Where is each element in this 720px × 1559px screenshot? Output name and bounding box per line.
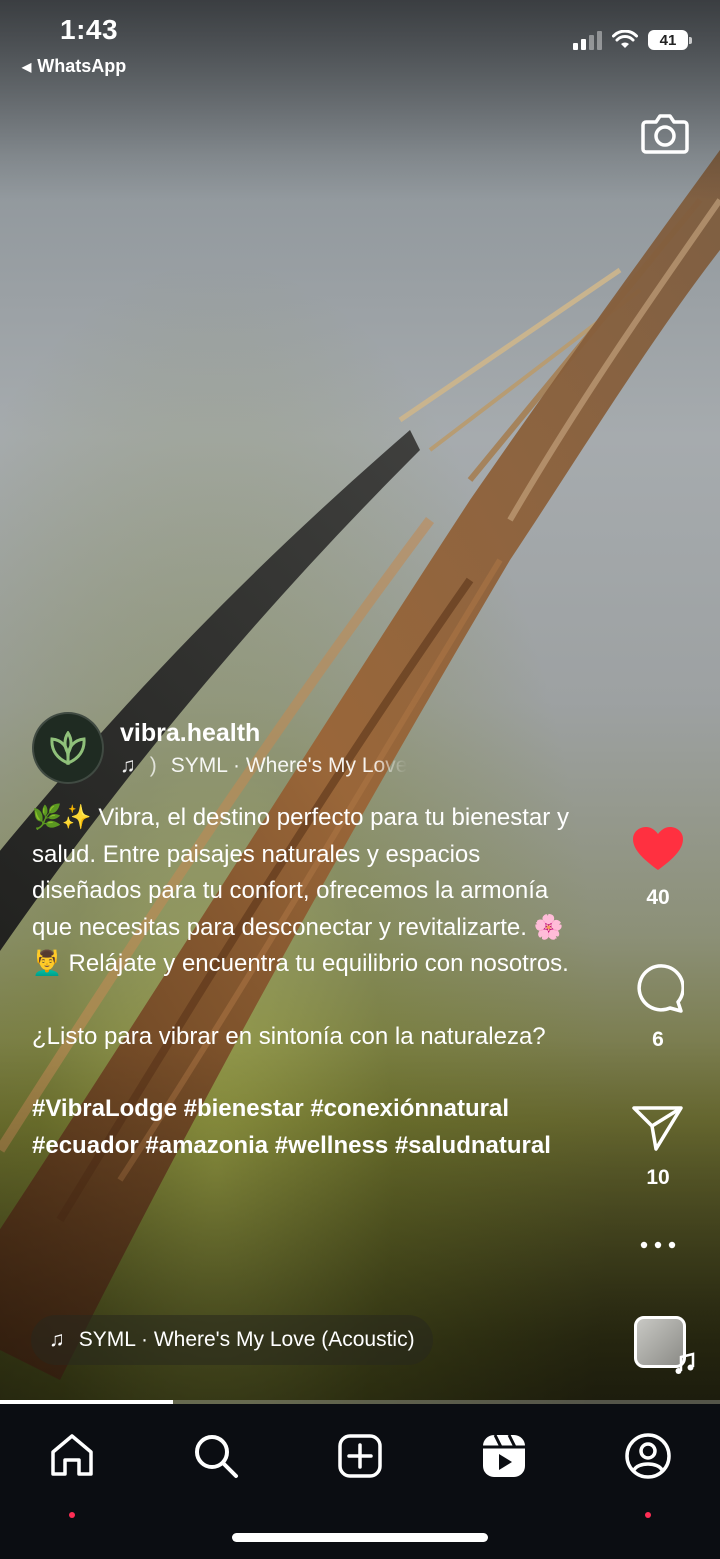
sound-wave-icon: ) — [149, 753, 157, 777]
comment-icon[interactable] — [632, 962, 684, 1014]
heart-icon[interactable] — [632, 826, 684, 872]
author-music-track: SYML · Where's My Love (Acoustic) — [170, 753, 407, 777]
comment-action[interactable]: 6 — [628, 962, 688, 1052]
reels-icon — [483, 1434, 525, 1477]
profile-icon — [625, 1433, 671, 1479]
audio-track-pill[interactable]: ♫ SYML · Where's My Love (Acoustic) — [31, 1315, 433, 1365]
post-caption[interactable]: 🌿✨ Vibra, el destino perfecto para tu bi… — [32, 800, 592, 1164]
caption-hashtags[interactable]: #VibraLodge #bienestar #conexiónnatural … — [32, 1091, 592, 1164]
avatar[interactable] — [32, 712, 104, 784]
nav-reels[interactable] — [478, 1430, 530, 1482]
search-icon — [195, 1435, 238, 1478]
share-action[interactable]: 10 — [628, 1104, 688, 1190]
home-icon — [51, 1434, 93, 1476]
more-icon[interactable] — [638, 1240, 678, 1250]
nav-create[interactable] — [334, 1430, 386, 1482]
notification-dot — [645, 1512, 651, 1518]
more-options-button[interactable] — [628, 1240, 688, 1250]
music-note-icon: ♫ — [120, 753, 136, 777]
home-indicator[interactable] — [232, 1533, 488, 1542]
audio-track-label: SYML · Where's My Love (Acoustic) — [78, 1328, 415, 1351]
music-note-icon — [675, 1352, 695, 1374]
back-app-label: WhatsApp — [37, 56, 127, 76]
like-action[interactable]: 40 — [628, 826, 688, 910]
signal-icon — [573, 30, 602, 50]
author-username[interactable]: vibra.health — [120, 719, 407, 748]
status-time: 1:43 — [60, 14, 119, 45]
status-indicators: 41 — [573, 30, 692, 50]
nav-search[interactable] — [190, 1430, 242, 1482]
battery-icon: 41 — [648, 30, 692, 50]
leaf-logo-icon — [50, 731, 86, 765]
back-to-app-link[interactable]: ◀ WhatsApp — [22, 56, 126, 77]
back-arrow-icon: ◀ — [22, 59, 32, 74]
comment-count: 6 — [652, 1028, 664, 1051]
camera-icon[interactable] — [640, 108, 690, 158]
create-icon — [338, 1434, 382, 1478]
author-music-row[interactable]: ♫ ) SYML · Where's My Love (Acoustic) — [120, 754, 407, 778]
nav-profile[interactable] — [622, 1430, 674, 1518]
post-author[interactable]: vibra.health ♫ ) SYML · Where's My Love … — [32, 712, 407, 784]
like-count: 40 — [646, 886, 670, 909]
music-note-icon: ♫ — [49, 1328, 65, 1351]
notification-dot — [69, 1512, 75, 1518]
caption-question: ¿Listo para vibrar en sintonía con la na… — [32, 1022, 546, 1050]
audio-thumbnail[interactable] — [634, 1316, 695, 1374]
share-count: 10 — [646, 1166, 670, 1189]
caption-paragraph: 🌿✨ Vibra, el destino perfecto para tu bi… — [32, 804, 569, 977]
nav-home[interactable] — [46, 1430, 98, 1518]
send-icon[interactable] — [632, 1104, 684, 1152]
wifi-icon — [612, 30, 638, 48]
